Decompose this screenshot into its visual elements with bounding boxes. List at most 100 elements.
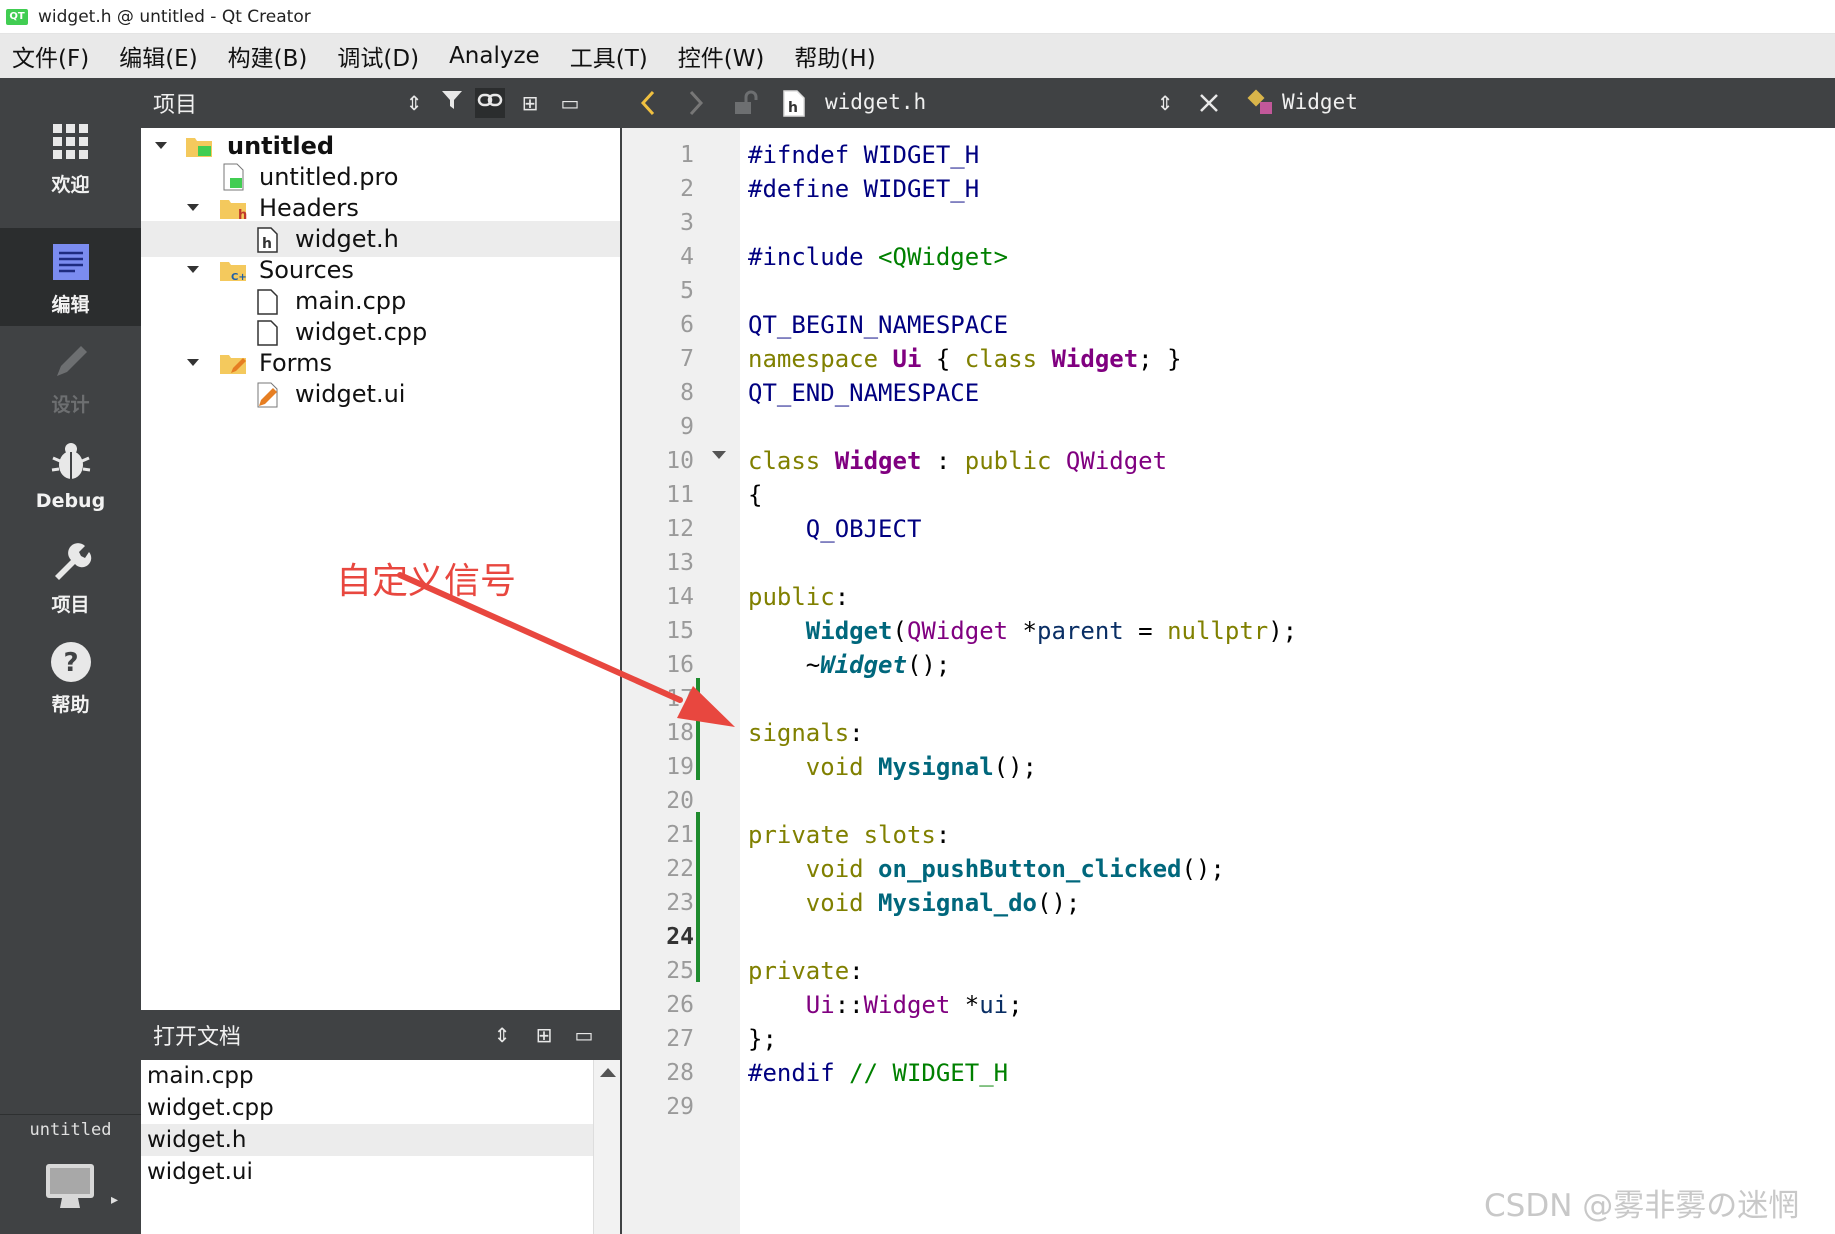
- ui-file-icon: [257, 382, 278, 408]
- file-switch-arrows-icon[interactable]: ⇕: [1150, 88, 1180, 118]
- mode-design[interactable]: 设计: [0, 328, 141, 426]
- line-number: 22: [666, 856, 694, 882]
- menu-file[interactable]: 文件(F): [12, 39, 89, 73]
- menu-edit[interactable]: 编辑(E): [119, 39, 197, 73]
- svg-text:h: h: [262, 236, 272, 252]
- open-doc-widget-cpp[interactable]: widget.cpp: [141, 1092, 593, 1124]
- menu-build[interactable]: 构建(B): [228, 39, 308, 73]
- mode-welcome[interactable]: 欢迎: [0, 108, 141, 206]
- line-number: 25: [666, 958, 694, 984]
- open-documents-title: 打开文档: [153, 1025, 242, 1050]
- menu-tools[interactable]: 工具(T): [570, 39, 648, 73]
- close-panel-icon[interactable]: ▭: [569, 1020, 599, 1050]
- open-doc-widget-ui[interactable]: widget.ui: [141, 1156, 593, 1188]
- line-number: 5: [680, 278, 694, 304]
- qt-logo-icon: QT: [6, 8, 28, 25]
- mode-edit[interactable]: 编辑: [0, 228, 141, 326]
- open-doc-widget-h[interactable]: widget.h: [141, 1124, 593, 1156]
- chevron-down-icon[interactable]: [185, 200, 201, 216]
- fold-collapse-icon[interactable]: [712, 451, 726, 459]
- tree-item-widget-ui[interactable]: widget.ui: [141, 376, 620, 412]
- chevron-down-icon[interactable]: [185, 262, 201, 278]
- svg-text:?: ?: [63, 648, 78, 678]
- line-number: 28: [666, 1060, 694, 1086]
- code-line: {: [748, 481, 763, 509]
- class-symbol-icon: [1247, 89, 1272, 114]
- menu-analyze[interactable]: Analyze: [449, 43, 540, 69]
- line-number: 1: [680, 142, 694, 168]
- code-line: class Widget : public QWidget: [748, 447, 1168, 475]
- code-line: Widget(QWidget *parent = nullptr);: [805, 617, 1298, 645]
- mode-help[interactable]: ? 帮助: [0, 628, 141, 726]
- line-number: 26: [666, 992, 694, 1018]
- line-number: 29: [666, 1094, 694, 1120]
- code-line: #ifndef WIDGET_H: [748, 141, 980, 169]
- chevron-down-icon[interactable]: [153, 138, 169, 154]
- menu-help[interactable]: 帮助(H): [794, 39, 875, 73]
- view-switch-arrows-icon[interactable]: ⇕: [399, 88, 429, 118]
- welcome-grid-icon: [52, 124, 88, 159]
- close-panel-icon[interactable]: ▭: [555, 88, 585, 118]
- cpp-file-icon: [257, 289, 278, 315]
- current-file-name[interactable]: widget.h: [825, 90, 926, 114]
- line-number: 3: [680, 210, 694, 236]
- line-number: 2: [680, 176, 694, 202]
- monitor-icon[interactable]: [44, 1162, 96, 1212]
- mode-help-label: 帮助: [51, 694, 90, 716]
- tree-item-label: Headers: [259, 194, 359, 222]
- sources-folder-icon: C++: [220, 262, 247, 283]
- header-file-icon: h: [783, 90, 805, 117]
- title-bar: QT widget.h @ untitled - Qt Creator: [0, 0, 1835, 34]
- mode-projects-label: 项目: [51, 594, 90, 616]
- link-editor-icon[interactable]: [475, 88, 505, 118]
- chevron-down-icon[interactable]: [185, 355, 201, 371]
- line-number: 18: [666, 720, 694, 746]
- split-panel-icon[interactable]: ⊞: [529, 1020, 559, 1050]
- mode-edit-label: 编辑: [51, 294, 90, 316]
- menu-debug[interactable]: 调试(D): [337, 39, 419, 73]
- line-number: 13: [666, 550, 694, 576]
- open-documents-scrollbar[interactable]: [593, 1060, 620, 1234]
- code-line: Q_OBJECT: [805, 515, 922, 543]
- view-switch-arrows-icon[interactable]: ⇕: [487, 1020, 517, 1050]
- tree-item-label: untitled.pro: [259, 163, 399, 191]
- annotation-label: 自定义信号: [336, 561, 517, 602]
- filter-icon[interactable]: [437, 88, 467, 118]
- header-file-icon: h: [257, 227, 278, 253]
- editor-toolbar: h widget.h ⇕ Widget: [622, 78, 1835, 128]
- line-number: 10: [666, 448, 694, 474]
- svg-text:h: h: [788, 100, 798, 116]
- forward-arrow-icon[interactable]: [686, 90, 706, 116]
- qt-project-folder-icon: [186, 138, 212, 157]
- unlock-icon[interactable]: [732, 90, 758, 116]
- line-number: 20: [666, 788, 694, 814]
- tree-item-label: main.cpp: [295, 287, 407, 315]
- line-number: 6: [680, 312, 694, 338]
- line-number: 7: [680, 346, 694, 372]
- code-editor[interactable]: #ifndef WIDGET_H #define WIDGET_H #include…: [740, 128, 1835, 1234]
- mode-projects[interactable]: 项目: [0, 528, 141, 626]
- line-number: 17: [666, 686, 694, 712]
- design-pencil-icon: [56, 346, 87, 376]
- svg-text:h: h: [238, 208, 247, 222]
- change-indicator: [696, 678, 700, 780]
- mode-debug[interactable]: Debug: [0, 428, 141, 526]
- code-line: QT_END_NAMESPACE: [748, 379, 980, 407]
- kit-selector-label[interactable]: untitled: [0, 1120, 141, 1140]
- code-line: public:: [748, 583, 850, 611]
- code-line: private slots:: [748, 821, 951, 849]
- current-symbol-name[interactable]: Widget: [1282, 90, 1358, 114]
- split-panel-icon[interactable]: ⊞: [515, 88, 545, 118]
- menu-widgets[interactable]: 控件(W): [678, 39, 765, 73]
- open-doc-main-cpp[interactable]: main.cpp: [141, 1060, 593, 1092]
- code-line: Ui::Widget *ui;: [805, 991, 1023, 1019]
- code-line: #define WIDGET_H: [748, 175, 980, 203]
- close-document-icon[interactable]: [1198, 92, 1220, 114]
- tree-item-label: widget.ui: [295, 380, 406, 408]
- line-number: 15: [666, 618, 694, 644]
- code-line: void Mysignal_do();: [805, 889, 1081, 917]
- scroll-up-icon[interactable]: [600, 1068, 616, 1077]
- kit-expand-arrow-icon[interactable]: ▸: [111, 1192, 118, 1208]
- menu-bar: 文件(F) 编辑(E) 构建(B) 调试(D) Analyze 工具(T) 控件…: [0, 34, 1835, 78]
- back-arrow-icon[interactable]: [638, 90, 658, 116]
